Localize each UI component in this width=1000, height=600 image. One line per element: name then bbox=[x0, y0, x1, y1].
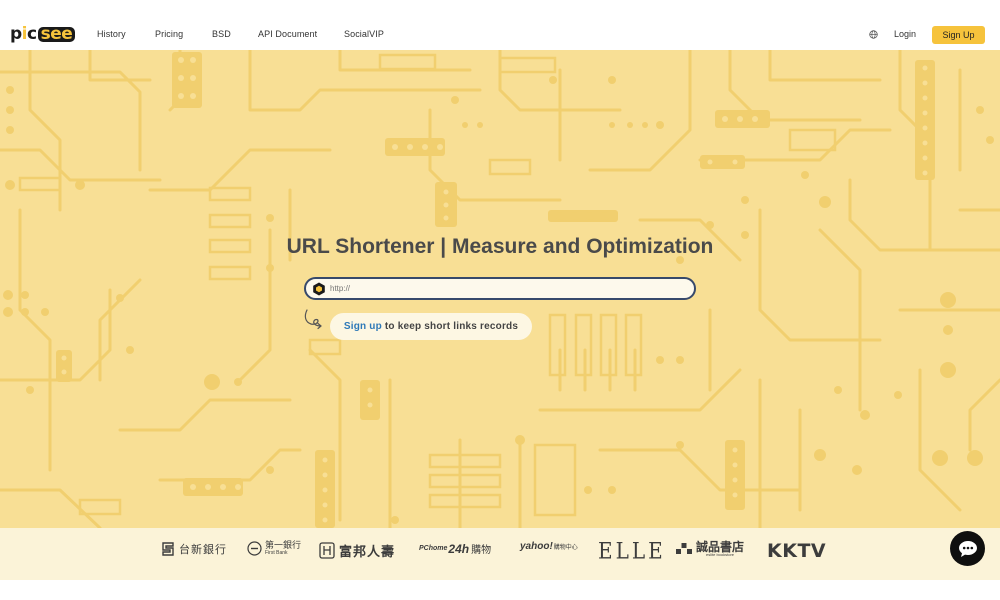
url-input-box[interactable] bbox=[304, 277, 696, 300]
nav-pricing[interactable]: Pricing bbox=[155, 29, 183, 39]
nav-socialvip[interactable]: SocialVIP bbox=[344, 29, 384, 39]
brand-first-bank: 第一銀行 First Bank bbox=[247, 541, 301, 556]
brand-yahoo-label: yahoo! bbox=[520, 541, 553, 552]
brand-first-bank-sub: First Bank bbox=[265, 549, 288, 556]
brand-eslite-sub: eslite bookstore bbox=[706, 552, 735, 557]
taishin-logo-icon bbox=[162, 542, 174, 556]
brand-taishin-label: 台新銀行 bbox=[179, 543, 227, 556]
brand-elle: ELLE bbox=[598, 537, 666, 565]
logo-letter-p: p bbox=[10, 24, 22, 44]
eslite-logo-icon bbox=[676, 543, 692, 554]
logo-letter-c: c bbox=[27, 24, 37, 44]
brand-elle-label: ELLE bbox=[598, 537, 666, 565]
chat-bubble-icon bbox=[958, 540, 977, 557]
signup-prompt-link[interactable]: Sign up bbox=[344, 321, 382, 332]
signup-prompt-text: to keep short links records bbox=[381, 321, 519, 332]
brand-pchome-24h-label: 24h bbox=[448, 541, 470, 556]
picsee-hexagon-icon bbox=[313, 282, 325, 295]
picsee-logo[interactable]: p i c see bbox=[10, 24, 76, 44]
chat-button[interactable] bbox=[950, 531, 985, 566]
brand-yahoo-sub: 購物中心 bbox=[553, 545, 578, 551]
fubon-logo-icon bbox=[319, 542, 335, 559]
top-nav: p i c see History Pricing BSD API Document … bbox=[0, 0, 1000, 50]
brand-pchome-24h: PChome 24h 購物 bbox=[419, 541, 492, 557]
brand-pchome-shopping-label: 購物 bbox=[471, 545, 492, 556]
signup-button[interactable]: Sign Up bbox=[932, 26, 985, 44]
page-bottom bbox=[0, 580, 1000, 600]
url-input[interactable] bbox=[330, 284, 670, 293]
nav-history[interactable]: History bbox=[97, 29, 126, 39]
brand-pchome-label: PChome bbox=[419, 545, 448, 552]
brand-kktv-label: KKTV bbox=[767, 540, 827, 562]
signup-prompt: Sign up to keep short links records bbox=[330, 313, 532, 340]
brand-eslite: 誠品書店 eslite bookstore bbox=[676, 541, 744, 557]
login-link[interactable]: Login bbox=[894, 29, 916, 39]
curved-arrow-icon bbox=[304, 309, 322, 330]
globe-icon[interactable] bbox=[869, 30, 878, 39]
brand-kktv: KKTV bbox=[767, 540, 826, 562]
logo-see-badge: see bbox=[37, 25, 76, 42]
first-bank-logo-icon bbox=[247, 541, 262, 556]
nav-api-document[interactable]: API Document bbox=[258, 29, 317, 39]
nav-bsd[interactable]: BSD bbox=[212, 29, 231, 39]
brand-fubon-life: 富邦人壽 bbox=[319, 541, 395, 560]
brand-taishin: 台新銀行 bbox=[160, 541, 227, 557]
brand-yahoo-mall: yahoo! 購物中心 bbox=[520, 541, 578, 552]
hero-section: URL Shortener | Measure and Optimization… bbox=[0, 50, 1000, 528]
hero-title: URL Shortener | Measure and Optimization bbox=[286, 235, 714, 258]
client-logos-bar: 台新銀行 第一銀行 First Bank 富邦人壽 PChome 24h 購物 … bbox=[0, 528, 1000, 580]
brand-fubon-label: 富邦人壽 bbox=[339, 545, 396, 560]
